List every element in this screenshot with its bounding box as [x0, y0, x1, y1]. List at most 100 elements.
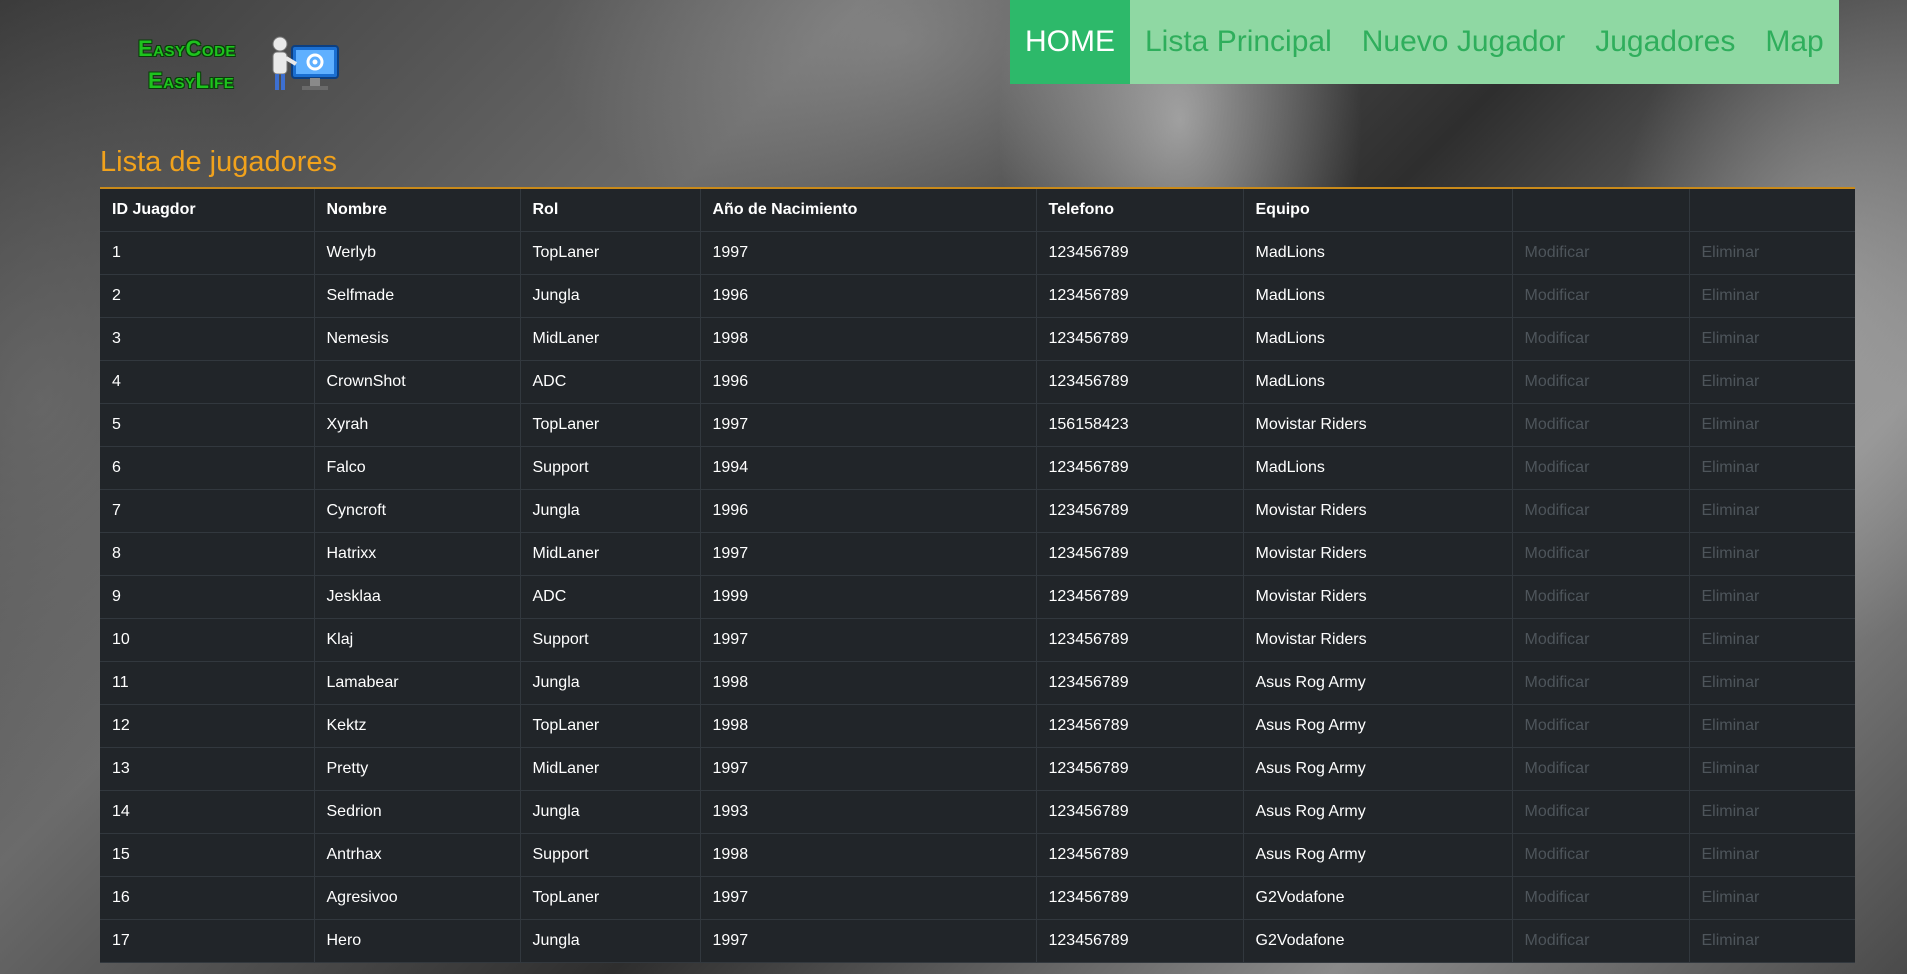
cell-id: 4	[100, 360, 314, 404]
cell-ano-nacimiento: 1998	[699, 704, 1036, 748]
modify-link[interactable]: Modificar	[1511, 489, 1689, 533]
header-actions-modify	[1511, 189, 1689, 232]
cell-rol: TopLaner	[519, 876, 700, 920]
cell-ano-nacimiento: 1997	[699, 747, 1036, 791]
delete-link[interactable]: Eliminar	[1688, 704, 1855, 748]
cell-rol: ADC	[519, 360, 700, 404]
table-row: 11 Lamabear Jungla 1998 123456789 Asus Rog Ar…	[100, 661, 1855, 705]
cell-id: 8	[100, 532, 314, 576]
delete-link[interactable]: Eliminar	[1688, 575, 1855, 619]
cell-ano-nacimiento: 1997	[699, 231, 1036, 275]
cell-telefono: 123456789	[1035, 747, 1243, 791]
header-telefono: Telefono	[1035, 189, 1243, 232]
delete-link[interactable]: Eliminar	[1688, 618, 1855, 662]
cell-id: 17	[100, 919, 314, 963]
cell-id: 1	[100, 231, 314, 275]
nav-map[interactable]: Map	[1750, 0, 1838, 84]
modify-link[interactable]: Modificar	[1511, 231, 1689, 275]
cell-equipo: G2Vodafone	[1242, 919, 1512, 963]
cell-rol: Support	[519, 833, 700, 877]
delete-link[interactable]: Eliminar	[1688, 747, 1855, 791]
cell-ano-nacimiento: 1997	[699, 919, 1036, 963]
nav-lista-principal[interactable]: Lista Principal	[1130, 0, 1347, 84]
modify-link[interactable]: Modificar	[1511, 790, 1689, 834]
delete-link[interactable]: Eliminar	[1688, 446, 1855, 490]
modify-link[interactable]: Modificar	[1511, 317, 1689, 361]
delete-link[interactable]: Eliminar	[1688, 360, 1855, 404]
table-row: 1 Werlyb TopLaner 1997 123456789 MadLions Modi…	[100, 231, 1855, 275]
cell-telefono: 123456789	[1035, 575, 1243, 619]
cell-telefono: 123456789	[1035, 317, 1243, 361]
cell-rol: Jungla	[519, 274, 700, 318]
cell-nombre: Hero	[313, 919, 520, 963]
modify-link[interactable]: Modificar	[1511, 360, 1689, 404]
cell-equipo: MadLions	[1242, 274, 1512, 318]
nav-home[interactable]: HOME	[1010, 0, 1130, 84]
table-row: 2 Selfmade Jungla 1996 123456789 MadLions Modi…	[100, 274, 1855, 318]
cell-id: 16	[100, 876, 314, 920]
header-nombre: Nombre	[313, 189, 520, 232]
cell-equipo: Asus Rog Army	[1242, 790, 1512, 834]
developer-computer-icon	[272, 36, 339, 90]
table-row: 10 Klaj Support 1997 123456789 Movistar Rider…	[100, 618, 1855, 662]
modify-link[interactable]: Modificar	[1511, 919, 1689, 963]
site-logo[interactable]: EasyCode EasyLife	[138, 34, 343, 100]
nav-jugadores[interactable]: Jugadores	[1580, 0, 1750, 84]
delete-link[interactable]: Eliminar	[1688, 489, 1855, 533]
delete-link[interactable]: Eliminar	[1688, 790, 1855, 834]
table-row: 4 CrownShot ADC 1996 123456789 MadLions Modifi…	[100, 360, 1855, 404]
delete-link[interactable]: Eliminar	[1688, 919, 1855, 963]
cell-ano-nacimiento: 1997	[699, 532, 1036, 576]
modify-link[interactable]: Modificar	[1511, 274, 1689, 318]
modify-link[interactable]: Modificar	[1511, 704, 1689, 748]
cell-nombre: Lamabear	[313, 661, 520, 705]
cell-equipo: Movistar Riders	[1242, 618, 1512, 662]
cell-ano-nacimiento: 1996	[699, 360, 1036, 404]
modify-link[interactable]: Modificar	[1511, 661, 1689, 705]
delete-link[interactable]: Eliminar	[1688, 876, 1855, 920]
delete-link[interactable]: Eliminar	[1688, 403, 1855, 447]
cell-equipo: Movistar Riders	[1242, 489, 1512, 533]
header-rol: Rol	[519, 189, 700, 232]
modify-link[interactable]: Modificar	[1511, 532, 1689, 576]
header-id: ID Juagdor	[100, 189, 314, 232]
cell-nombre: Pretty	[313, 747, 520, 791]
table-row: 17 Hero Jungla 1997 123456789 G2Vodafone Modif…	[100, 919, 1855, 963]
delete-link[interactable]: Eliminar	[1688, 317, 1855, 361]
cell-equipo: MadLions	[1242, 231, 1512, 275]
delete-link[interactable]: Eliminar	[1688, 833, 1855, 877]
modify-link[interactable]: Modificar	[1511, 446, 1689, 490]
cell-nombre: Cyncroft	[313, 489, 520, 533]
nav-nuevo-jugador[interactable]: Nuevo Jugador	[1347, 0, 1580, 84]
delete-link[interactable]: Eliminar	[1688, 532, 1855, 576]
cell-ano-nacimiento: 1994	[699, 446, 1036, 490]
cell-rol: Jungla	[519, 919, 700, 963]
cell-ano-nacimiento: 1997	[699, 618, 1036, 662]
header-ano-nacimiento: Año de Nacimiento	[699, 189, 1036, 232]
main-nav: HOME Lista Principal Nuevo Jugador Jugad…	[1010, 0, 1839, 84]
cell-nombre: Jesklaa	[313, 575, 520, 619]
modify-link[interactable]: Modificar	[1511, 747, 1689, 791]
cell-rol: MidLaner	[519, 317, 700, 361]
cell-id: 13	[100, 747, 314, 791]
delete-link[interactable]: Eliminar	[1688, 661, 1855, 705]
cell-id: 10	[100, 618, 314, 662]
players-table-body: 1 Werlyb TopLaner 1997 123456789 MadLions Modi…	[100, 231, 1855, 963]
cell-rol: MidLaner	[519, 532, 700, 576]
table-header-row: ID Juagdor Nombre Rol Año de Nacimiento …	[100, 189, 1855, 232]
delete-link[interactable]: Eliminar	[1688, 274, 1855, 318]
cell-ano-nacimiento: 1993	[699, 790, 1036, 834]
cell-equipo: Asus Rog Army	[1242, 661, 1512, 705]
delete-link[interactable]: Eliminar	[1688, 231, 1855, 275]
cell-ano-nacimiento: 1996	[699, 274, 1036, 318]
cell-telefono: 123456789	[1035, 704, 1243, 748]
cell-nombre: Agresivoo	[313, 876, 520, 920]
modify-link[interactable]: Modificar	[1511, 833, 1689, 877]
modify-link[interactable]: Modificar	[1511, 618, 1689, 662]
cell-rol: Support	[519, 618, 700, 662]
table-row: 3 Nemesis MidLaner 1998 123456789 MadLions Mod…	[100, 317, 1855, 361]
cell-id: 11	[100, 661, 314, 705]
modify-link[interactable]: Modificar	[1511, 403, 1689, 447]
modify-link[interactable]: Modificar	[1511, 876, 1689, 920]
modify-link[interactable]: Modificar	[1511, 575, 1689, 619]
